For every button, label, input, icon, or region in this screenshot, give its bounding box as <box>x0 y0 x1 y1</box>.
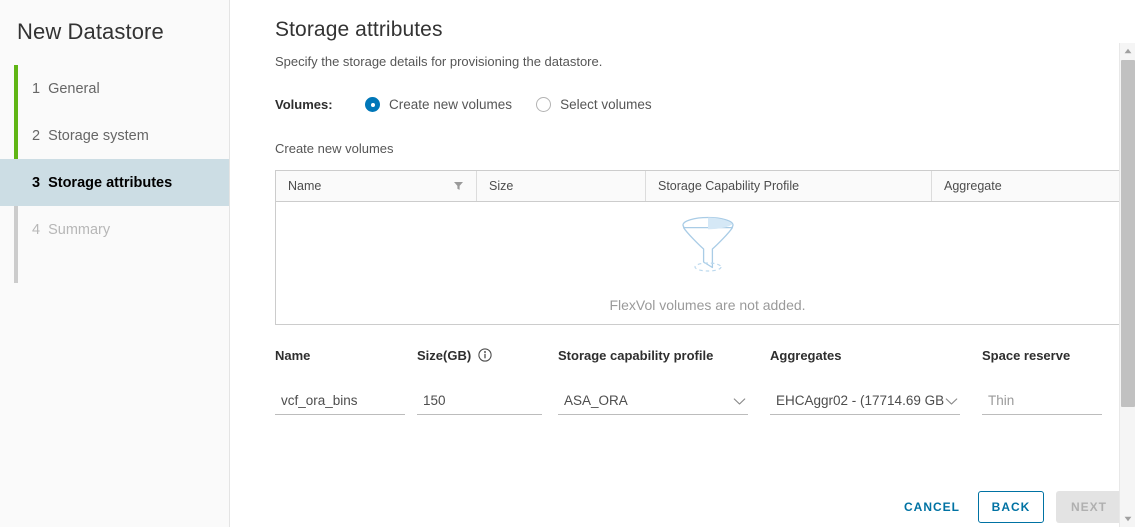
aggregates-value: EHCAggr02 - (17714.69 GB <box>770 393 945 410</box>
scroll-down-arrow-icon[interactable] <box>1120 511 1135 527</box>
chevron-down-icon[interactable] <box>945 397 960 406</box>
sidebar-item-summary: 4 Summary <box>0 206 229 253</box>
info-circle-icon[interactable] <box>478 348 492 362</box>
field-label-aggregates: Aggregates <box>770 347 982 363</box>
field-label-name: Name <box>275 347 417 363</box>
new-volume-form-row: Name Size(GB) <box>275 347 1135 415</box>
radio-select-volumes[interactable]: Select volumes <box>536 97 652 112</box>
column-header-label: Size <box>489 179 513 193</box>
step-number: 2 <box>32 128 40 144</box>
column-header-storage-capability-profile[interactable]: Storage Capability Profile <box>646 171 932 201</box>
step-number: 1 <box>32 81 40 97</box>
page-title: Storage attributes <box>275 0 1135 42</box>
volumes-table: Name Size Storage Capability Profile Agg… <box>275 170 1135 325</box>
step-label: Storage system <box>48 128 149 144</box>
volumes-table-header: Name Size Storage Capability Profile Agg… <box>276 171 1135 202</box>
chevron-down-icon[interactable] <box>733 397 748 406</box>
sidebar-item-storage-system[interactable]: 2 Storage system <box>0 112 229 159</box>
field-space-reserve: Space reserve <box>982 347 1135 415</box>
sidebar-item-storage-attributes[interactable]: 3 Storage attributes <box>0 159 229 206</box>
vertical-scrollbar[interactable] <box>1119 43 1135 527</box>
storage-capability-profile-value: ASA_ORA <box>558 393 733 410</box>
wizard-title: New Datastore <box>0 0 229 45</box>
radio-mark-icon <box>536 97 551 112</box>
field-name: Name <box>275 347 417 415</box>
scrollbar-thumb[interactable] <box>1121 60 1135 407</box>
radio-label: Select volumes <box>560 97 652 112</box>
back-button[interactable]: BACK <box>978 491 1044 523</box>
column-header-label: Storage Capability Profile <box>658 179 799 193</box>
column-header-label: Aggregate <box>944 179 1002 193</box>
size-input-wrapper[interactable] <box>417 389 542 415</box>
column-header-label: Name <box>288 179 321 193</box>
size-input[interactable] <box>417 393 542 410</box>
step-label: General <box>48 81 100 97</box>
space-reserve-input-wrapper[interactable] <box>982 389 1102 415</box>
step-number: 4 <box>32 222 40 238</box>
column-header-size[interactable]: Size <box>477 171 646 201</box>
column-header-aggregate[interactable]: Aggregate <box>932 171 1135 201</box>
radio-label: Create new volumes <box>389 97 512 112</box>
step-number: 3 <box>32 175 40 191</box>
funnel-illustration-icon <box>677 215 739 278</box>
radio-mark-icon <box>365 97 380 112</box>
field-size: Size(GB) <box>417 347 558 415</box>
next-button: NEXT <box>1056 491 1122 523</box>
space-reserve-input[interactable] <box>982 393 1102 410</box>
scroll-up-arrow-icon[interactable] <box>1120 43 1135 59</box>
storage-capability-profile-select[interactable]: ASA_ORA <box>558 389 748 415</box>
filter-funnel-icon[interactable] <box>453 181 464 192</box>
wizard-step-list: 1 General 2 Storage system 3 Storage att… <box>0 65 229 253</box>
sidebar-item-general[interactable]: 1 General <box>0 65 229 112</box>
volumes-table-empty-state: FlexVol volumes are not added. <box>276 202 1135 324</box>
column-header-name[interactable]: Name <box>276 171 477 201</box>
wizard-sidebar: New Datastore 1 General 2 Storage system… <box>0 0 230 527</box>
field-storage-capability-profile: Storage capability profile ASA_ORA <box>558 347 770 415</box>
wizard-footer: CANCEL BACK NEXT <box>0 487 1135 527</box>
step-label: Summary <box>48 222 110 238</box>
aggregates-select[interactable]: EHCAggr02 - (17714.69 GB <box>770 389 960 415</box>
page-subtitle: Specify the storage details for provisio… <box>275 42 1135 69</box>
wizard-main-pane: Storage attributes Specify the storage d… <box>230 0 1135 527</box>
new-datastore-wizard: New Datastore 1 General 2 Storage system… <box>0 0 1135 527</box>
empty-state-message: FlexVol volumes are not added. <box>609 297 805 313</box>
step-label: Storage attributes <box>48 175 172 191</box>
field-label-size-row: Size(GB) <box>417 347 558 363</box>
create-new-volumes-caption: Create new volumes <box>275 141 1135 156</box>
field-aggregates: Aggregates EHCAggr02 - (17714.69 GB <box>770 347 982 415</box>
radio-create-new-volumes[interactable]: Create new volumes <box>365 97 512 112</box>
field-label-storage-capability-profile: Storage capability profile <box>558 347 770 363</box>
volumes-label: Volumes: <box>275 97 365 112</box>
cancel-button[interactable]: CANCEL <box>890 491 974 523</box>
name-input-wrapper[interactable] <box>275 389 405 415</box>
field-label-space-reserve: Space reserve <box>982 347 1135 363</box>
name-input[interactable] <box>275 393 405 410</box>
field-label-size: Size(GB) <box>417 348 471 363</box>
volumes-choice-row: Volumes: Create new volumes Select volum… <box>275 97 1135 112</box>
